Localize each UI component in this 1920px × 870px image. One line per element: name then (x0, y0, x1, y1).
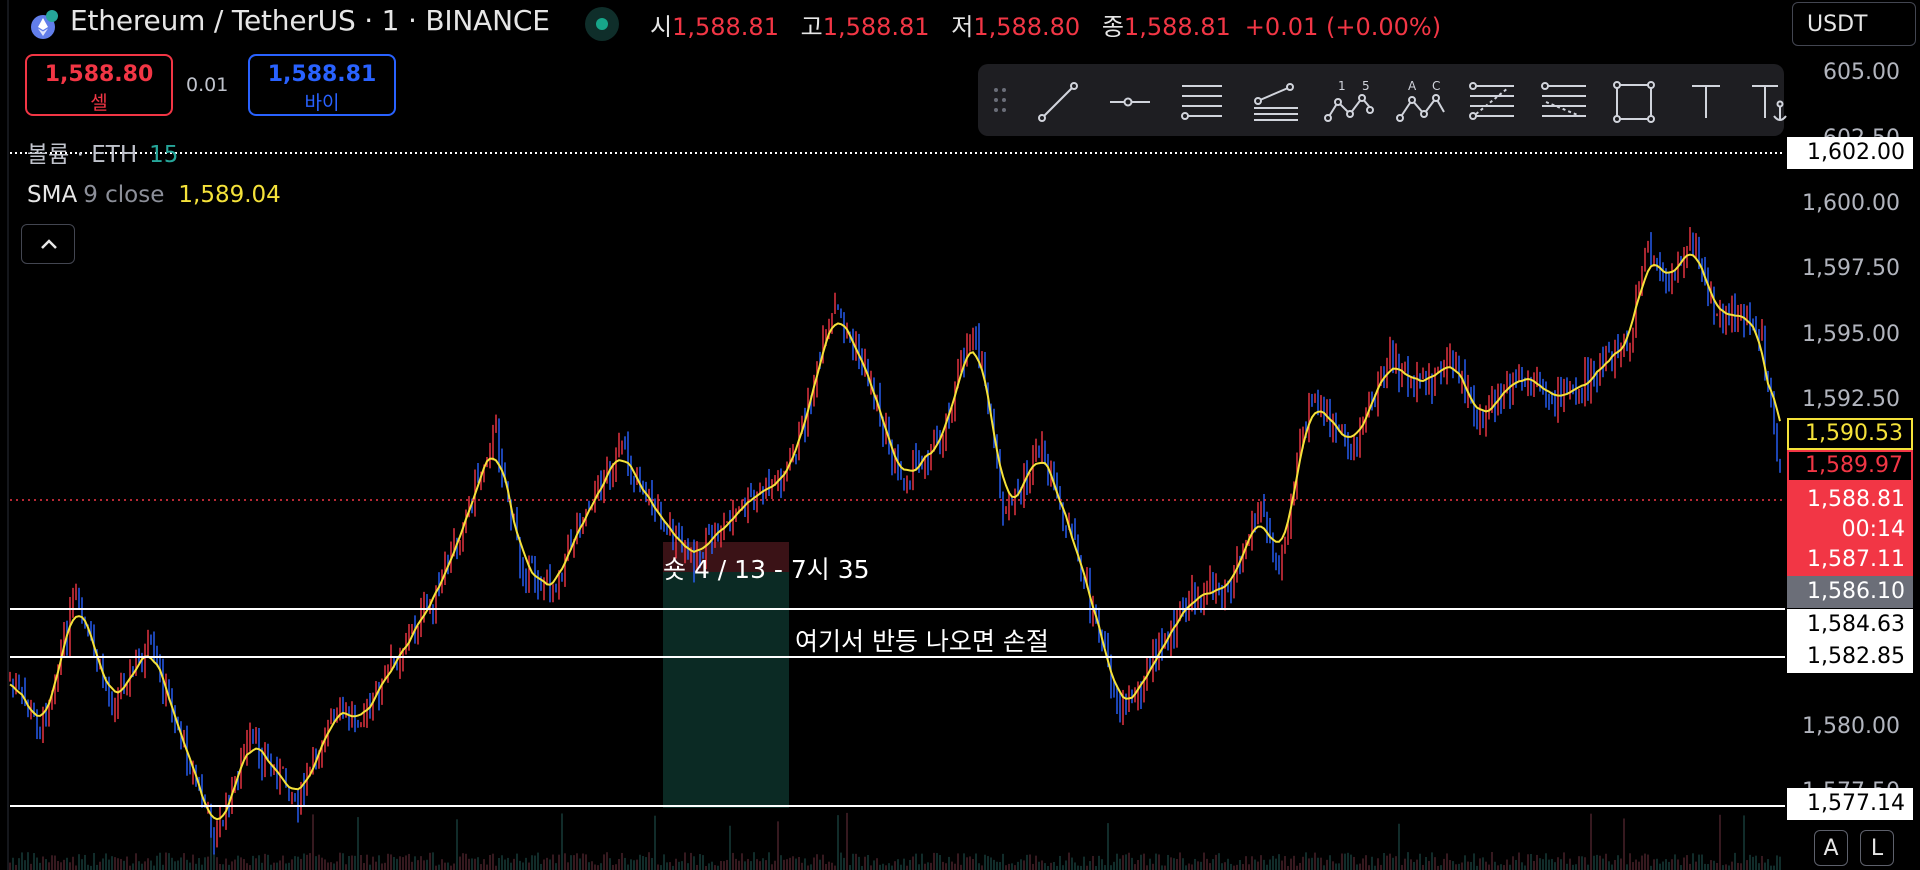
change-value: +0.01 (+0.00%) (1244, 13, 1442, 41)
sma-value: 1,589.04 (178, 182, 281, 208)
pattern-5-label: 5 (1362, 80, 1370, 93)
tool-horizontal-ray[interactable] (1094, 64, 1162, 136)
tick-label: 1,597.50 (1802, 256, 1900, 281)
ethereum-icon (31, 10, 58, 39)
price-tag-red-outline: 1,589.97 (1787, 450, 1913, 482)
price-tag-1577: 1,577.14 (1787, 788, 1913, 820)
tool-parallel-channel[interactable] (1166, 64, 1234, 136)
tool-rectangle[interactable] (1598, 64, 1666, 136)
high-value: 1,588.81 (822, 13, 930, 41)
sma-legend[interactable]: SMA 9 close 1,589.04 (27, 182, 281, 208)
fib-retracement-icon (1469, 82, 1514, 120)
text-icon (1692, 85, 1720, 118)
buy-button[interactable]: 1,588.81 바이 (248, 54, 396, 116)
candle-countdown: 00:14 (1841, 517, 1905, 542)
market-status-icon[interactable] (585, 7, 619, 41)
short-entry-label[interactable]: 숏 4 / 13 - 7시 35 (663, 550, 870, 586)
spread-value: 0.01 (186, 74, 229, 96)
short-position-zone (663, 572, 789, 808)
trend-line-icon (1038, 82, 1078, 122)
price-tag-1584: 1,584.63 (1787, 609, 1913, 641)
price-tag-red: 1,587.11 (1807, 547, 1905, 572)
currency-label: USDT (1807, 12, 1868, 37)
horizontal-ray-icon (1110, 97, 1150, 107)
rectangle-icon (1613, 81, 1655, 123)
tool-fib-retracement[interactable] (1454, 64, 1522, 136)
low-label: 저 (951, 13, 974, 41)
tool-pitchfork[interactable] (1238, 64, 1306, 136)
tool-trend-line[interactable] (1022, 64, 1090, 136)
sell-label: 셀 (90, 92, 108, 114)
chevron-up-icon (41, 239, 57, 249)
drag-handle-icon (994, 88, 1006, 112)
high-label: 고 (800, 13, 823, 41)
candles (9, 227, 1781, 855)
parallel-channel-icon (1181, 85, 1222, 120)
tick-label: 605.00 (1823, 60, 1900, 85)
tool-xabcd-pattern[interactable]: 15 (1310, 64, 1378, 136)
close-label: 종 (1101, 13, 1124, 41)
live-price-tag: 1,588.81 00:14 1,587.11 (1787, 482, 1913, 576)
live-price: 1,588.81 (1807, 487, 1905, 512)
price-tag-1582: 1,582.85 (1787, 641, 1913, 673)
chart-header: Ethereum / TetherUS · 1 · BINANCE 시1,588… (0, 0, 1920, 46)
toolbar-drag-handle[interactable] (982, 64, 1018, 136)
close-value: 1,588.81 (1123, 13, 1231, 41)
fib-extension-icon (1541, 82, 1586, 117)
tool-abcd-pattern[interactable]: AC (1382, 64, 1450, 136)
symbol-title[interactable]: Ethereum / TetherUS · 1 · BINANCE (70, 4, 550, 37)
volume-legend[interactable]: 볼륨 · ETH 15 (27, 135, 178, 169)
buy-price: 1,588.81 (267, 62, 377, 87)
pattern-a-label: A (1408, 80, 1417, 93)
volume-name: 볼륨 · ETH (27, 142, 138, 168)
currency-selector[interactable]: USDT (1792, 2, 1916, 46)
sma-line (9, 253, 1781, 821)
sell-button[interactable]: 1,588.80 셀 (25, 54, 173, 116)
price-tag-1602: 1,602.00 (1787, 137, 1913, 169)
abcd-pattern-icon: AC (1396, 80, 1445, 122)
tool-anchored-text[interactable] (1734, 64, 1787, 136)
buy-label: 바이 (304, 92, 340, 114)
auto-scale-button[interactable]: A (1814, 830, 1848, 866)
collapse-legend-button[interactable] (21, 224, 75, 264)
tool-fib-extension[interactable] (1526, 64, 1594, 136)
tick-label: 1,592.50 (1802, 387, 1900, 412)
pattern-1-label: 1 (1338, 80, 1346, 93)
volume-value: 15 (149, 142, 179, 168)
pattern-c-label: C (1432, 80, 1440, 93)
open-label: 시 (650, 13, 673, 41)
sell-price: 1,588.80 (44, 62, 154, 87)
sma-price-tag: 1,590.53 (1787, 418, 1913, 450)
log-scale-button[interactable]: L (1860, 830, 1894, 866)
sma-params: 9 close (83, 182, 165, 208)
price-tag-gray: 1,586.10 (1787, 576, 1913, 608)
stop-loss-note[interactable]: 여기서 반등 나오면 손절 (795, 622, 1049, 658)
open-value: 1,588.81 (672, 13, 779, 41)
tool-text[interactable] (1670, 64, 1738, 136)
low-value: 1,588.80 (973, 13, 1081, 41)
volume-bars (9, 812, 1781, 870)
sma-name: SMA (27, 182, 78, 208)
xabcd-pattern-icon: 15 (1324, 80, 1374, 122)
ohlc-legend: 시1,588.81 고1,588.81 저1,588.80 종1,588.81 +… (650, 7, 1455, 42)
tick-label: 1,595.00 (1802, 322, 1900, 347)
tick-label: 1,580.00 (1802, 714, 1900, 739)
drawing-toolbar: 15 AC (978, 64, 1787, 136)
pitchfork-icon (1254, 83, 1298, 121)
tick-label: 1,600.00 (1802, 191, 1900, 216)
